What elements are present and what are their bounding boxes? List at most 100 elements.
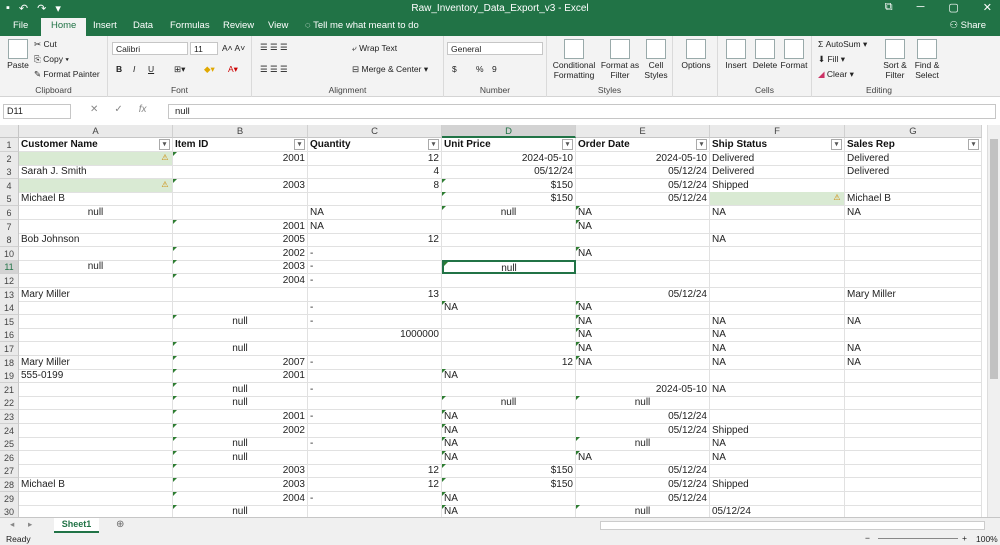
restore-button[interactable]: ▢ <box>948 1 958 14</box>
data-cell[interactable] <box>845 396 982 411</box>
data-cell[interactable]: - <box>308 491 442 506</box>
italic-button[interactable]: I <box>133 64 135 74</box>
share-button[interactable]: ⚇ Share <box>949 20 986 31</box>
data-cell[interactable] <box>442 233 576 248</box>
data-cell[interactable]: NA <box>710 382 845 397</box>
data-cell[interactable]: NA <box>845 206 982 220</box>
data-cell[interactable]: Delivered <box>845 165 982 180</box>
data-cell[interactable] <box>710 396 845 411</box>
data-cell[interactable] <box>19 410 173 424</box>
data-cell[interactable]: 2003 <box>173 260 308 275</box>
format-painter-button[interactable]: ✎ Format Painter <box>34 69 100 80</box>
data-cell[interactable]: null <box>173 505 308 517</box>
data-cell[interactable] <box>442 314 576 329</box>
clear-button[interactable]: ◢ Clear ▾ <box>818 69 854 80</box>
data-cell[interactable] <box>576 260 710 275</box>
format-as-table-button[interactable]: Format as Filter <box>599 39 641 80</box>
data-cell[interactable] <box>308 396 442 411</box>
data-cell[interactable]: NA <box>442 301 576 316</box>
data-cell[interactable]: Shipped <box>710 178 845 193</box>
cut-button[interactable]: ✂ Cut <box>34 39 57 50</box>
data-cell[interactable]: NA <box>442 423 576 438</box>
select-all-corner[interactable] <box>0 125 19 138</box>
data-cell[interactable]: 2004 <box>173 491 308 506</box>
row-header[interactable]: 5 <box>0 192 19 207</box>
data-cell[interactable]: NA <box>442 450 576 465</box>
data-cell[interactable] <box>19 450 173 465</box>
data-cell[interactable] <box>710 491 845 506</box>
data-cell[interactable]: 555-0199 <box>19 369 173 384</box>
tell-me-search[interactable]: ◌ Tell me what meant to do <box>305 20 419 31</box>
data-cell[interactable]: NA <box>710 450 845 465</box>
data-cell[interactable]: 2001 <box>173 369 308 384</box>
data-cell[interactable] <box>173 206 308 220</box>
comma-button[interactable]: 9 <box>492 64 497 74</box>
data-cell[interactable] <box>19 423 173 438</box>
data-cell[interactable] <box>308 342 442 356</box>
row-header[interactable]: 13 <box>0 287 19 302</box>
data-cell[interactable]: 1000000 <box>308 328 442 343</box>
data-cell[interactable] <box>845 382 982 397</box>
data-cell[interactable] <box>710 301 845 316</box>
data-cell[interactable]: 2003 <box>173 478 308 492</box>
autosum-button[interactable]: Σ AutoSum ▾ <box>818 39 867 50</box>
column-header-f[interactable]: F <box>710 125 845 138</box>
data-cell[interactable]: null <box>442 206 576 220</box>
row-header[interactable]: 22 <box>0 396 19 411</box>
data-cell[interactable]: NA <box>308 206 442 220</box>
cancel-icon[interactable]: ✕ <box>90 104 98 115</box>
data-cell[interactable] <box>845 274 982 288</box>
data-cell[interactable] <box>710 274 845 288</box>
data-cell[interactable] <box>710 260 845 275</box>
enter-icon[interactable]: ✓ <box>114 104 122 115</box>
data-cell[interactable]: 12 <box>308 478 442 492</box>
row-header[interactable]: 15 <box>0 314 19 329</box>
data-cell[interactable]: 2004 <box>173 274 308 288</box>
data-cell[interactable]: ⚠ <box>19 178 173 193</box>
data-cell[interactable]: NA <box>308 219 442 234</box>
filter-dropdown-icon[interactable]: ▾ <box>696 139 707 150</box>
data-cell[interactable] <box>442 246 576 261</box>
row-header[interactable]: 25 <box>0 437 19 452</box>
data-cell[interactable]: null <box>576 505 710 517</box>
data-cell[interactable] <box>173 328 308 343</box>
warning-icon[interactable]: ⚠ <box>160 153 170 163</box>
tab-file[interactable]: File <box>13 20 28 31</box>
data-cell[interactable]: NA <box>710 328 845 343</box>
insert-cells-button[interactable]: Insert <box>722 39 750 70</box>
data-cell[interactable]: NA <box>710 314 845 329</box>
data-cell[interactable]: 4 <box>308 165 442 180</box>
data-cell[interactable] <box>710 287 845 302</box>
cell-styles-button[interactable]: Cell Styles <box>641 39 671 80</box>
data-cell[interactable] <box>845 505 982 517</box>
row-header[interactable]: 30 <box>0 505 19 517</box>
data-cell[interactable]: Delivered <box>710 165 845 180</box>
row-header[interactable]: 2 <box>0 151 19 166</box>
data-cell[interactable]: - <box>308 437 442 452</box>
data-cell[interactable] <box>442 382 576 397</box>
data-cell[interactable]: Bob Johnson <box>19 233 173 248</box>
data-cell[interactable] <box>19 219 173 234</box>
data-cell[interactable] <box>442 342 576 356</box>
data-cell[interactable] <box>19 314 173 329</box>
data-cell[interactable] <box>19 382 173 397</box>
data-cell[interactable]: - <box>308 260 442 275</box>
data-cell[interactable]: NA <box>442 369 576 384</box>
conditional-formatting-button[interactable]: Conditional Formatting <box>551 39 597 80</box>
data-cell[interactable]: Delivered <box>710 151 845 166</box>
data-cell[interactable]: 05/12/24 <box>576 464 710 479</box>
data-cell[interactable]: null <box>173 450 308 465</box>
ribbon-display-icon[interactable]: ⧉ <box>885 1 893 14</box>
data-cell[interactable]: null <box>19 260 173 275</box>
data-cell[interactable]: NA <box>442 505 576 517</box>
data-cell[interactable]: $150 <box>442 192 576 207</box>
tab-view[interactable]: View <box>268 20 288 31</box>
row-header[interactable]: 8 <box>0 233 19 248</box>
grow-font-icon[interactable]: A˄ A˅ <box>222 43 245 53</box>
data-cell[interactable] <box>845 219 982 234</box>
row-header[interactable]: 21 <box>0 382 19 397</box>
data-cell[interactable]: NA <box>710 206 845 220</box>
data-cell[interactable]: null <box>442 396 576 411</box>
data-cell[interactable] <box>19 491 173 506</box>
data-cell[interactable]: 05/12/24 <box>576 178 710 193</box>
